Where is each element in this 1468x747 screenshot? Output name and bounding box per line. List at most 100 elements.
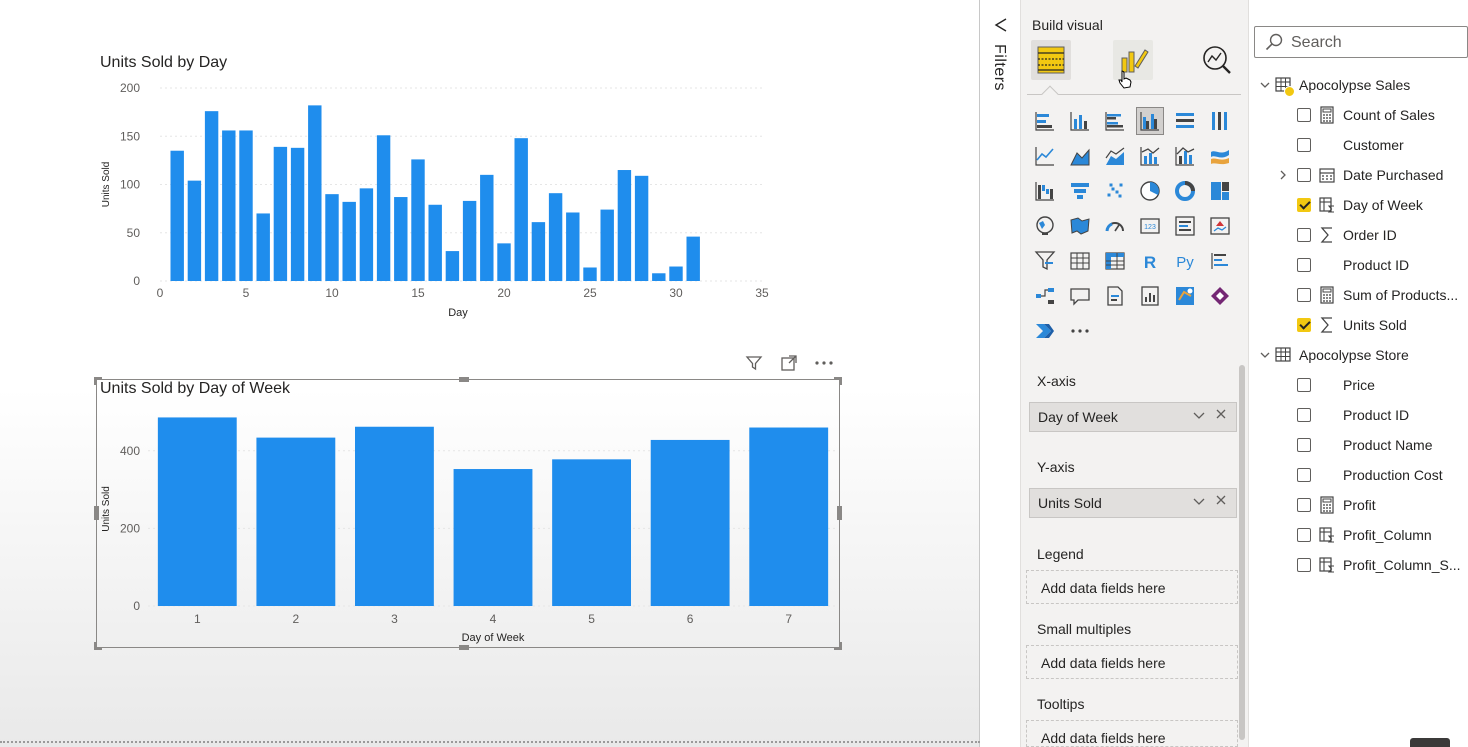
scatter-icon[interactable] [1101, 177, 1129, 205]
card-icon[interactable]: 123 [1136, 212, 1164, 240]
treemap-icon[interactable] [1206, 177, 1234, 205]
map-icon[interactable] [1031, 212, 1059, 240]
field-checkbox[interactable] [1297, 258, 1311, 272]
bar[interactable] [669, 266, 683, 281]
bar[interactable] [617, 170, 632, 281]
field-row[interactable]: Product ID [1249, 250, 1468, 280]
pie-icon[interactable] [1136, 177, 1164, 205]
bar[interactable] [342, 201, 356, 281]
filter-icon[interactable] [744, 354, 764, 374]
bar[interactable] [157, 417, 237, 606]
stacked-area-icon[interactable] [1101, 142, 1129, 170]
field-row[interactable]: Production Cost [1249, 460, 1468, 490]
bar[interactable] [552, 459, 631, 606]
chevron-right-icon[interactable] [1277, 169, 1289, 184]
bar[interactable] [256, 437, 336, 606]
bar[interactable] [548, 193, 563, 281]
stacked-bar-icon[interactable] [1031, 107, 1059, 135]
paginated-report-icon[interactable] [1101, 282, 1129, 310]
python-visual-icon[interactable]: Py [1171, 247, 1199, 275]
bar[interactable] [355, 426, 434, 606]
kpi-icon[interactable] [1206, 212, 1234, 240]
field-row[interactable]: Units Sold [1249, 310, 1468, 340]
bar[interactable] [531, 222, 546, 281]
bar[interactable] [583, 267, 597, 281]
ribbon-chart-icon[interactable] [1206, 142, 1234, 170]
filters-pane-collapsed[interactable]: Filters [981, 0, 1021, 747]
field-checkbox[interactable] [1297, 498, 1311, 512]
field-checkbox[interactable] [1297, 138, 1311, 152]
power-automate-icon[interactable] [1031, 317, 1059, 345]
field-checkbox[interactable] [1297, 378, 1311, 392]
bar[interactable] [453, 469, 533, 606]
line-chart-icon[interactable] [1031, 142, 1059, 170]
clustered-column-icon[interactable] [1136, 107, 1164, 135]
bar[interactable] [376, 135, 391, 281]
field-row[interactable]: Sum of Products... [1249, 280, 1468, 310]
stacked-column-icon[interactable] [1066, 107, 1094, 135]
analytics-button[interactable] [1197, 40, 1237, 80]
field-checkbox[interactable] [1297, 408, 1311, 422]
legend-drop-zone[interactable]: Add data fields here [1026, 570, 1238, 604]
collapse-arrow-icon[interactable] [994, 18, 1008, 36]
bar[interactable] [290, 147, 305, 281]
more-visuals-icon[interactable] [1066, 317, 1094, 345]
focus-mode-icon[interactable] [779, 354, 799, 374]
tooltips-drop-zone[interactable]: Add data fields here [1026, 720, 1238, 747]
bar[interactable] [325, 194, 339, 281]
funnel-icon[interactable] [1066, 177, 1094, 205]
build-visual-button[interactable] [1031, 40, 1071, 80]
chevron-down-icon[interactable] [1259, 79, 1271, 94]
visualizations-scrollbar[interactable] [1239, 365, 1245, 740]
line-stacked-column-icon[interactable] [1171, 142, 1199, 170]
resize-handle-top[interactable] [459, 377, 469, 382]
resize-corner-tr[interactable] [834, 377, 842, 385]
area-chart-icon[interactable] [1066, 142, 1094, 170]
bar[interactable] [170, 150, 184, 281]
field-row[interactable]: Profit_Column_S... [1249, 550, 1468, 580]
field-row[interactable]: Day of Week [1249, 190, 1468, 220]
table-row[interactable]: Apocolypse Store [1249, 340, 1468, 370]
field-checkbox[interactable] [1297, 318, 1311, 332]
table-icon[interactable] [1066, 247, 1094, 275]
bar[interactable] [428, 204, 442, 281]
matrix-icon[interactable] [1101, 247, 1129, 275]
decomposition-tree-icon[interactable] [1031, 282, 1059, 310]
field-checkbox[interactable] [1297, 288, 1311, 302]
field-checkbox[interactable] [1297, 198, 1311, 212]
slicer-icon[interactable] [1031, 247, 1059, 275]
remove-field-icon[interactable] [1214, 407, 1228, 424]
field-checkbox[interactable] [1297, 438, 1311, 452]
x-axis-field-chip[interactable]: Day of Week [1029, 402, 1237, 432]
r-visual-icon[interactable]: R [1136, 247, 1164, 275]
chevron-down-icon[interactable] [1192, 408, 1206, 425]
bar[interactable] [222, 130, 236, 281]
bar[interactable] [445, 251, 460, 281]
bar[interactable] [411, 159, 425, 281]
gauge-icon[interactable] [1101, 212, 1129, 240]
bar[interactable] [650, 439, 730, 606]
chevron-down-icon[interactable] [1192, 494, 1206, 511]
smart-narrative-icon[interactable] [1136, 282, 1164, 310]
chevron-down-icon[interactable] [1259, 349, 1271, 364]
bar[interactable] [308, 105, 322, 282]
format-visual-button[interactable] [1113, 40, 1153, 89]
bar[interactable] [600, 209, 614, 281]
bar[interactable] [514, 138, 528, 281]
bar[interactable] [686, 236, 700, 281]
small-multiples-drop-zone[interactable]: Add data fields here [1026, 645, 1238, 679]
100-stacked-column-icon[interactable] [1206, 107, 1234, 135]
bar[interactable] [480, 174, 494, 281]
field-row[interactable]: Profit [1249, 490, 1468, 520]
bar[interactable] [566, 212, 580, 281]
100-stacked-bar-icon[interactable] [1171, 107, 1199, 135]
units-by-day-of-week-chart[interactable]: 0 200 400 1 2 3 4 5 6 7 Day of Week Units Sold [96, 404, 840, 648]
waterfall-icon[interactable] [1031, 177, 1059, 205]
field-checkbox[interactable] [1297, 228, 1311, 242]
remove-field-icon[interactable] [1214, 493, 1228, 510]
bar[interactable] [394, 197, 408, 281]
filled-map-icon[interactable] [1066, 212, 1094, 240]
bar[interactable] [652, 273, 666, 281]
bar[interactable] [497, 243, 511, 281]
field-row[interactable]: Count of Sales [1249, 100, 1468, 130]
